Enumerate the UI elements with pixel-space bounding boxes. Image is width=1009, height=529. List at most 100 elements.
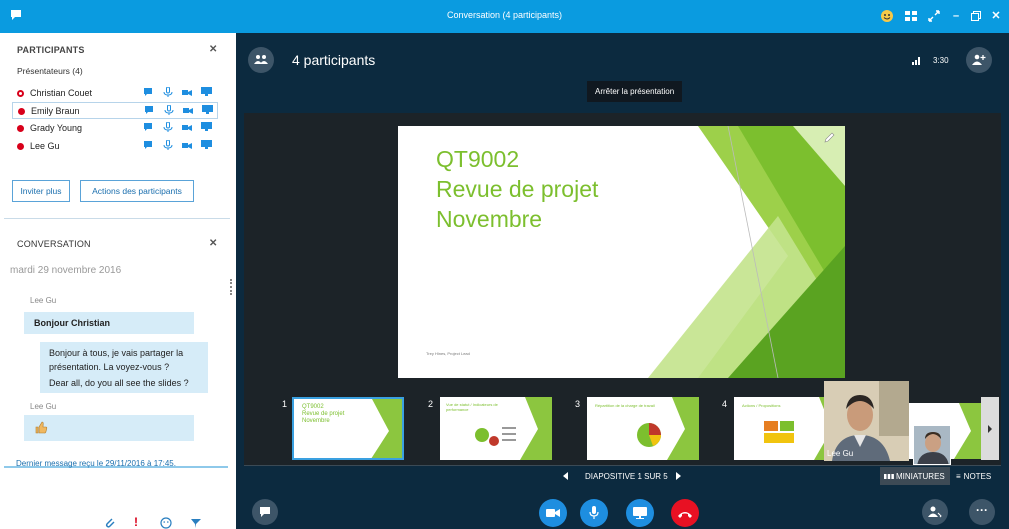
slide-title-line2: Revue de projet bbox=[436, 176, 599, 202]
participant-row[interactable]: Grady Young bbox=[12, 120, 218, 137]
participant-name: Lee Gu bbox=[30, 141, 60, 151]
sharing-icon bbox=[201, 140, 212, 150]
call-timer: 3:30 bbox=[933, 56, 949, 65]
miniatures-label: MINIATURES bbox=[896, 472, 945, 481]
thumbnail-number: 4 bbox=[722, 399, 728, 409]
participant-row[interactable]: Emily Braun bbox=[12, 102, 218, 119]
notes-toggle[interactable]: ≡ NOTES bbox=[956, 472, 991, 481]
thumb-text: Répartition de la charge de travail bbox=[595, 403, 655, 408]
attach-icon[interactable] bbox=[104, 517, 116, 529]
presence-status-icon bbox=[17, 90, 24, 97]
current-slide: QT9002 Revue de projet Novembre Trey Hin… bbox=[398, 126, 845, 378]
sharing-icon bbox=[201, 87, 212, 97]
video-status-icon bbox=[182, 87, 193, 97]
message-sender: Lee Gu bbox=[30, 402, 57, 411]
stop-presenting-tooltip[interactable]: Arrêter la présentation bbox=[587, 81, 683, 102]
participant-row[interactable]: Lee Gu bbox=[12, 138, 218, 155]
thumb-text: Revue de projet bbox=[302, 411, 345, 417]
presenters-group-label: Présentateurs (4) bbox=[17, 66, 83, 76]
divider bbox=[244, 465, 1001, 466]
thumbnail-scroll-right[interactable] bbox=[981, 397, 999, 460]
thumbnail-slide-1[interactable]: QT9002 Revue de projet Novembre bbox=[292, 397, 404, 460]
video-status-icon bbox=[182, 122, 193, 132]
im-icon bbox=[143, 87, 153, 97]
signal-icon bbox=[912, 55, 922, 65]
restore-button[interactable] bbox=[967, 6, 985, 26]
chat-toggle-button[interactable] bbox=[252, 499, 278, 525]
im-icon bbox=[143, 140, 153, 150]
participant-name: Grady Young bbox=[30, 123, 83, 133]
pen-icon[interactable] bbox=[823, 132, 835, 144]
next-slide-button[interactable] bbox=[674, 471, 682, 481]
more-options-button[interactable]: ··· bbox=[969, 499, 995, 525]
participants-button[interactable] bbox=[248, 47, 274, 73]
presentation-stage: QT9002 Revue de projet Novembre Trey Hin… bbox=[244, 113, 1001, 485]
splitter-handle[interactable] bbox=[230, 279, 232, 295]
grid-icon bbox=[884, 474, 894, 479]
notes-icon: ≡ bbox=[956, 472, 961, 481]
slide-counter: DIAPOSITIVE 1 SUR 5 bbox=[585, 472, 668, 481]
message-line: Bonjour à tous, je vais partager la bbox=[49, 348, 184, 358]
participant-name: Emily Braun bbox=[31, 106, 80, 116]
participant-actions-button[interactable]: Actions des participants bbox=[80, 180, 194, 202]
conversation-date: mardi 29 novembre 2016 bbox=[10, 265, 122, 276]
emoji-icon[interactable] bbox=[878, 6, 896, 26]
participant-name: Christian Couet bbox=[30, 88, 93, 98]
thumb-text: QT9002 bbox=[302, 404, 324, 410]
main-stage-area: 4 participants 3:30 Arrêter la présentat… bbox=[236, 33, 1009, 529]
divider bbox=[4, 218, 230, 219]
slide-footer: Trey Hines, Project Lead bbox=[426, 351, 470, 356]
sharing-icon bbox=[202, 105, 213, 115]
message-sender: Lee Gu bbox=[30, 296, 57, 305]
emoticon-icon[interactable] bbox=[160, 517, 172, 529]
microphone-button[interactable] bbox=[580, 499, 608, 527]
audio-icon bbox=[163, 122, 173, 132]
thumbnail-slide-3[interactable]: Répartition de la charge de travail bbox=[587, 397, 699, 460]
im-icon bbox=[144, 105, 154, 115]
miniatures-toggle[interactable]: MINIATURES bbox=[880, 467, 950, 485]
thumb-text: Actions / Propositions bbox=[742, 403, 781, 408]
message-line: présentation. La voyez-vous ? bbox=[49, 362, 170, 372]
minimize-button[interactable]: – bbox=[947, 6, 965, 26]
thumbnail-number: 1 bbox=[282, 399, 288, 409]
presence-status-icon bbox=[17, 143, 24, 150]
slide-nav-bar: DIAPOSITIVE 1 SUR 5 MINIATURES ≡ NOTES bbox=[244, 465, 1001, 489]
window-title: Conversation (4 participants) bbox=[446, 10, 563, 20]
thumb-text: performance bbox=[446, 407, 469, 412]
participant-row[interactable]: Christian Couet bbox=[12, 85, 218, 102]
important-icon[interactable]: ! bbox=[134, 515, 138, 529]
send-icon[interactable] bbox=[190, 517, 202, 529]
add-participant-button[interactable] bbox=[966, 47, 992, 73]
fullscreen-icon[interactable] bbox=[925, 6, 943, 26]
close-window-button[interactable]: ✕ bbox=[987, 6, 1005, 26]
participants-count: 4 participants bbox=[292, 52, 376, 68]
message-bubble: Bonjour Christian bbox=[24, 312, 194, 334]
audio-icon bbox=[163, 140, 173, 150]
thumb-text: Novembre bbox=[302, 418, 330, 424]
participants-heading: PARTICIPANTS bbox=[17, 45, 85, 55]
present-button[interactable] bbox=[626, 499, 654, 527]
thumbnail-slide-2[interactable]: Vue de statut / Indicateurs de performan… bbox=[440, 397, 552, 460]
notes-label: NOTES bbox=[963, 472, 992, 481]
video-button[interactable] bbox=[539, 499, 567, 527]
left-panel: PARTICIPANTS ✕ Présentateurs (4) Christi… bbox=[0, 33, 232, 529]
message-bubble bbox=[24, 415, 194, 441]
self-video-preview[interactable] bbox=[913, 425, 951, 465]
presence-status-icon bbox=[17, 125, 24, 132]
participant-video-tile[interactable]: Lee Gu bbox=[824, 381, 909, 461]
video-status-icon bbox=[182, 140, 193, 150]
video-participant-name: Lee Gu bbox=[827, 449, 854, 458]
previous-slide-button[interactable] bbox=[562, 471, 570, 481]
thumbnail-number: 3 bbox=[575, 399, 581, 409]
video-status-icon bbox=[183, 105, 194, 115]
hang-up-button[interactable] bbox=[671, 499, 699, 527]
conversation-heading: CONVERSATION bbox=[17, 239, 91, 249]
close-participants-button[interactable]: ✕ bbox=[209, 44, 217, 55]
invite-more-button[interactable]: Inviter plus bbox=[12, 180, 70, 202]
thumbs-up-icon bbox=[34, 421, 48, 435]
close-conversation-button[interactable]: ✕ bbox=[209, 238, 217, 249]
message-bubble-own: Bonjour à tous, je vais partager la prés… bbox=[40, 342, 208, 393]
presence-status-icon bbox=[18, 108, 25, 115]
layout-icon[interactable] bbox=[902, 6, 920, 26]
call-controls-button[interactable] bbox=[922, 499, 948, 525]
